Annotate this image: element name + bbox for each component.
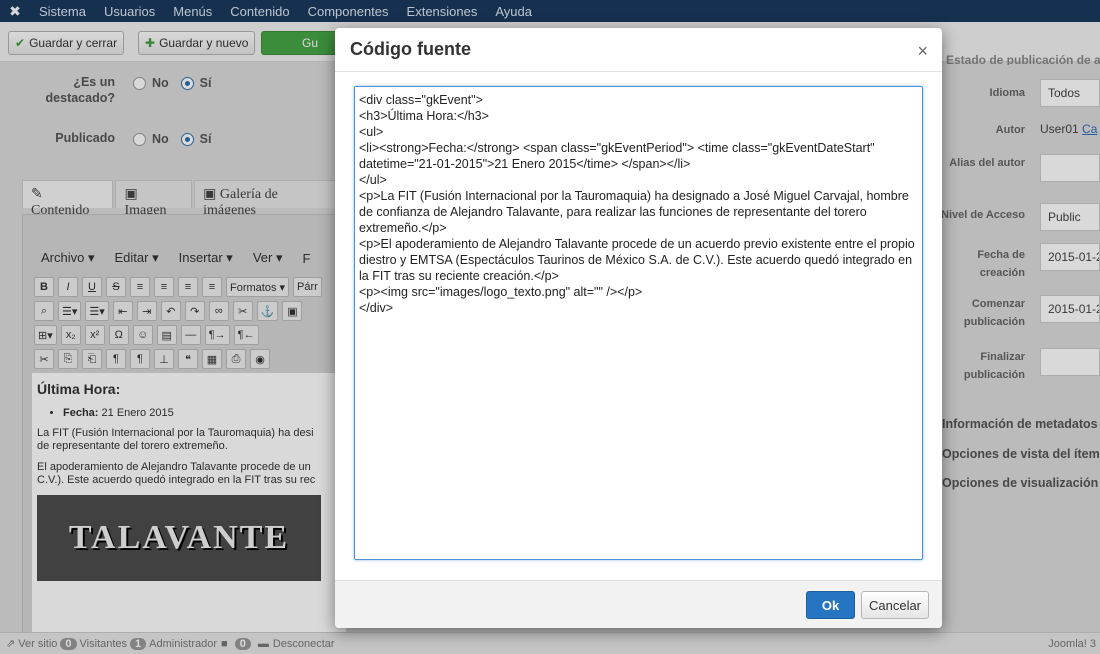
dialog-footer: Ok Cancelar — [335, 580, 942, 628]
source-code-textarea[interactable]: <div class="gkEvent"> <h3>Última Hora:</… — [354, 86, 923, 560]
ok-button[interactable]: Ok — [806, 591, 855, 619]
source-code-dialog: Código fuente × <div class="gkEvent"> <h… — [335, 28, 942, 628]
dialog-title: Código fuente — [350, 39, 471, 59]
dialog-header: Código fuente × — [335, 28, 942, 72]
cancel-button[interactable]: Cancelar — [861, 591, 929, 619]
close-icon[interactable]: × — [917, 41, 928, 62]
